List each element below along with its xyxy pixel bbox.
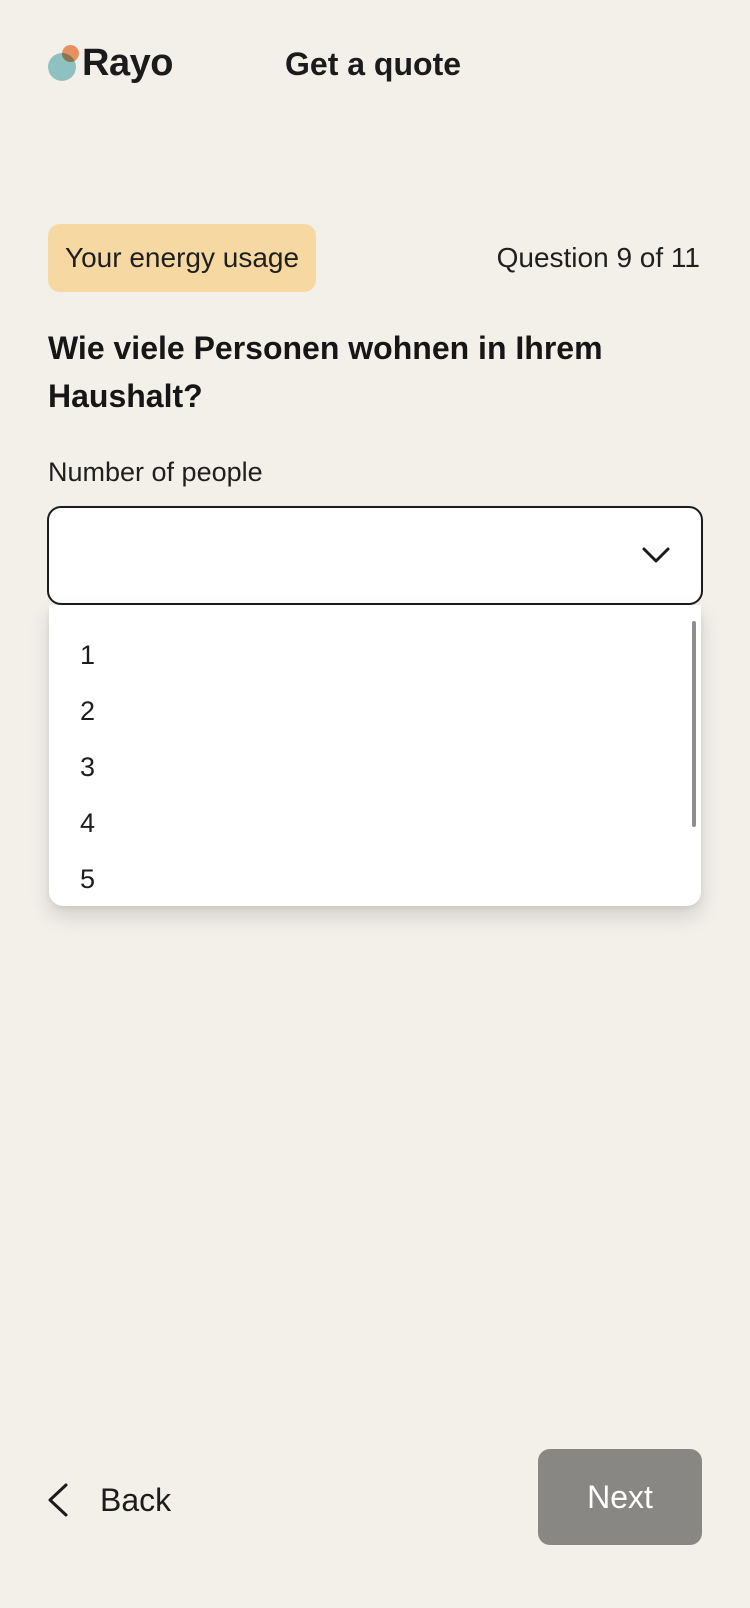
- question-text: Wie viele Personen wohnen in Ihrem Haush…: [48, 330, 603, 414]
- dropdown-option-3[interactable]: 3: [49, 739, 701, 795]
- field-label: Number of people: [48, 457, 263, 487]
- back-button[interactable]: Back: [44, 1470, 171, 1530]
- chevron-left-icon: [48, 1483, 68, 1517]
- next-button[interactable]: Next: [538, 1449, 702, 1545]
- people-count-dropdown[interactable]: 1 2 3 4 5: [49, 605, 701, 906]
- dropdown-option-1[interactable]: 1: [49, 627, 701, 683]
- dropdown-option-5[interactable]: 5: [49, 851, 701, 906]
- dropdown-option-4[interactable]: 4: [49, 795, 701, 851]
- dropdown-option-list: 1 2 3 4 5: [49, 605, 701, 906]
- page-title: Get a quote: [285, 46, 462, 82]
- section-badge: Your energy usage: [48, 224, 317, 292]
- logo-mark-icon: [48, 43, 79, 83]
- app-header: Rayo Get a quote: [0, 0, 750, 130]
- logo-text: Rayo: [82, 42, 173, 84]
- people-count-select[interactable]: [47, 506, 703, 605]
- chevron-down-icon: [642, 547, 670, 563]
- question-counter: Question 9 of 11: [496, 242, 700, 273]
- back-label: Back: [100, 1481, 172, 1518]
- rayo-logo[interactable]: Rayo: [48, 38, 173, 88]
- dropdown-scrollbar[interactable]: [692, 621, 696, 827]
- dropdown-option-2[interactable]: 2: [49, 683, 701, 739]
- logo-orange-dot: [62, 45, 79, 62]
